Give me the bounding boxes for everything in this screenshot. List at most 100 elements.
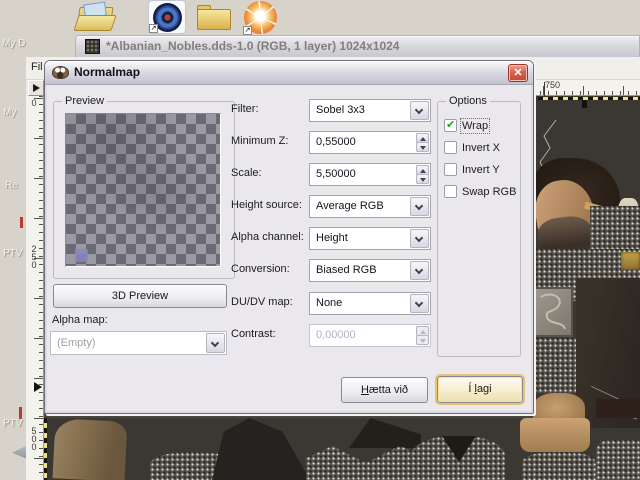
texture-boot — [52, 418, 128, 480]
menu-file[interactable]: Fil — [31, 61, 43, 73]
chevron-down-icon — [414, 201, 424, 211]
ruler-label-250: 250 — [29, 244, 39, 268]
check-icon: ✔ — [446, 119, 456, 131]
texture-gold-ornament — [621, 252, 640, 270]
vertical-ruler[interactable]: 0 250 500 — [26, 96, 44, 480]
invert-y-checkbox[interactable] — [444, 163, 457, 176]
preview-checkerboard — [66, 114, 220, 266]
alpha-map-value: (Empty) — [57, 337, 96, 349]
combo-dropdown-button[interactable] — [410, 197, 429, 216]
close-button[interactable]: ✕ — [508, 64, 528, 82]
wrap-checkbox-label[interactable]: Wrap — [459, 118, 491, 134]
screen: ↗ ↗ My D My Re PTV PTV *Albanian_Nobles.… — [0, 0, 640, 480]
texture-chainmail — [596, 440, 640, 480]
alpha-channel-value: Height — [316, 232, 348, 244]
shortcut-arrow-icon: ↗ — [149, 24, 158, 33]
gimp-wilber-icon — [52, 66, 69, 79]
layer-boundary-top — [538, 97, 640, 100]
ok-button[interactable]: Í lagi — [437, 376, 523, 403]
desktop-label-my-d[interactable]: My D — [2, 38, 25, 49]
dialog-title: Normalmap — [74, 65, 141, 79]
texture-metal-plate — [533, 287, 573, 337]
scale-value: 5,50000 — [316, 168, 356, 180]
height-source-combo[interactable]: Average RGB — [309, 195, 431, 218]
conversion-value: Biased RGB — [316, 264, 377, 276]
swap-rgb-checkbox-label[interactable]: Swap RGB — [462, 186, 516, 198]
dudv-map-label: DU/DV map: — [231, 296, 293, 308]
open-folder-icon[interactable] — [73, 1, 118, 33]
combo-dropdown-button[interactable] — [410, 101, 429, 120]
downloader-icon[interactable]: ↗ — [243, 0, 279, 35]
desktop-label-re[interactable]: Re — [5, 180, 18, 191]
invert-x-checkbox-label[interactable]: Invert X — [462, 142, 500, 154]
ruler-ticks-long — [34, 98, 43, 480]
folder-front — [73, 15, 117, 31]
options-group: Options ✔ Wrap Invert X Invert Y Swap RG… — [437, 95, 521, 357]
gimp-window-title: *Albanian_Nobles.dds-1.0 (RGB, 1 layer) … — [106, 39, 400, 53]
minimum-z-label: Minimum Z: — [231, 135, 289, 147]
ruler-corner-menu-button[interactable] — [28, 80, 44, 96]
dialog-titlebar[interactable]: Normalmap ✕ — [45, 61, 533, 85]
desktop-label-ptv-lower[interactable]: PTV — [3, 418, 22, 429]
ruler-position-marker-icon — [34, 382, 42, 392]
wrap-checkbox[interactable]: ✔ — [444, 119, 457, 132]
minimum-z-spinbox[interactable]: 0,55000 — [309, 131, 431, 154]
spin-down-button[interactable] — [416, 142, 429, 152]
gimp-window-titlebar[interactable]: *Albanian_Nobles.dds-1.0 (RGB, 1 layer) … — [75, 35, 640, 57]
filter-label: Filter: — [231, 103, 259, 115]
plate-engraving — [540, 293, 566, 330]
combo-dropdown-button[interactable] — [410, 229, 429, 248]
dudv-map-value: None — [316, 297, 343, 309]
preview-3d-button-label: 3D Preview — [111, 290, 169, 302]
combo-dropdown-button[interactable] — [206, 333, 225, 353]
swap-rgb-checkbox[interactable] — [444, 185, 457, 198]
invert-y-checkbox-label[interactable]: Invert Y — [462, 164, 500, 176]
folder-body — [197, 9, 231, 30]
preview-blue-patch — [75, 249, 88, 262]
texture-chainmail — [533, 338, 578, 393]
texture-mark — [582, 100, 587, 108]
desktop-label-ptv-upper[interactable]: PTV — [3, 248, 22, 259]
spin-down-button — [416, 335, 429, 345]
conversion-combo[interactable]: Biased RGB — [309, 259, 431, 282]
alpha-map-label: Alpha map: — [52, 314, 108, 326]
scale-label: Scale: — [231, 167, 262, 179]
invert-x-checkbox[interactable] — [444, 141, 457, 154]
layer-boundary-left — [44, 418, 47, 480]
combo-dropdown-button[interactable] — [410, 294, 429, 313]
preview-3d-button[interactable]: 3D Preview — [53, 284, 227, 308]
conversion-label: Conversion: — [231, 263, 290, 275]
chevron-down-icon — [414, 298, 424, 308]
ruler-label-0: 0 — [29, 98, 39, 106]
chevron-down-icon — [414, 233, 424, 243]
cancel-button-mnemonic: H — [360, 384, 369, 396]
combo-dropdown-button[interactable] — [410, 261, 429, 280]
close-icon: ✕ — [513, 67, 523, 79]
arrow-down-icon — [420, 146, 426, 150]
chevron-down-icon — [210, 338, 220, 348]
dudv-map-combo[interactable]: None — [309, 292, 431, 315]
texture-brown-corner — [596, 399, 640, 418]
arrow-up-icon — [420, 330, 426, 334]
spin-down-button[interactable] — [416, 174, 429, 184]
filter-combo[interactable]: Sobel 3x3 — [309, 99, 431, 122]
shortcut-arrow-icon: ↗ — [243, 26, 252, 35]
texture-chainmail — [522, 452, 596, 480]
minimum-z-value: 0,55000 — [316, 136, 356, 148]
cancel-button[interactable]: Hætta við — [341, 377, 428, 403]
ruler-tick-750 — [544, 82, 545, 96]
desktop-label-my[interactable]: My — [3, 107, 16, 118]
ruler-label-500: 500 — [29, 426, 39, 450]
scale-spinbox[interactable]: 5,50000 — [309, 163, 431, 186]
normalmap-dialog: Normalmap ✕ Preview 3D Preview Alpha map… — [44, 60, 534, 414]
alpha-channel-combo[interactable]: Height — [309, 227, 431, 250]
contrast-spinbox: 0,00000 — [309, 324, 431, 347]
height-source-label: Height source: — [231, 199, 302, 211]
contrast-label: Contrast: — [231, 328, 276, 340]
folder-icon[interactable] — [197, 5, 231, 30]
media-player-icon[interactable]: ↗ — [148, 0, 186, 34]
filter-value: Sobel 3x3 — [316, 104, 365, 116]
texture-skin-patch — [520, 418, 590, 452]
alpha-channel-label: Alpha channel: — [231, 231, 304, 243]
alpha-map-combo[interactable]: (Empty) — [50, 331, 227, 355]
